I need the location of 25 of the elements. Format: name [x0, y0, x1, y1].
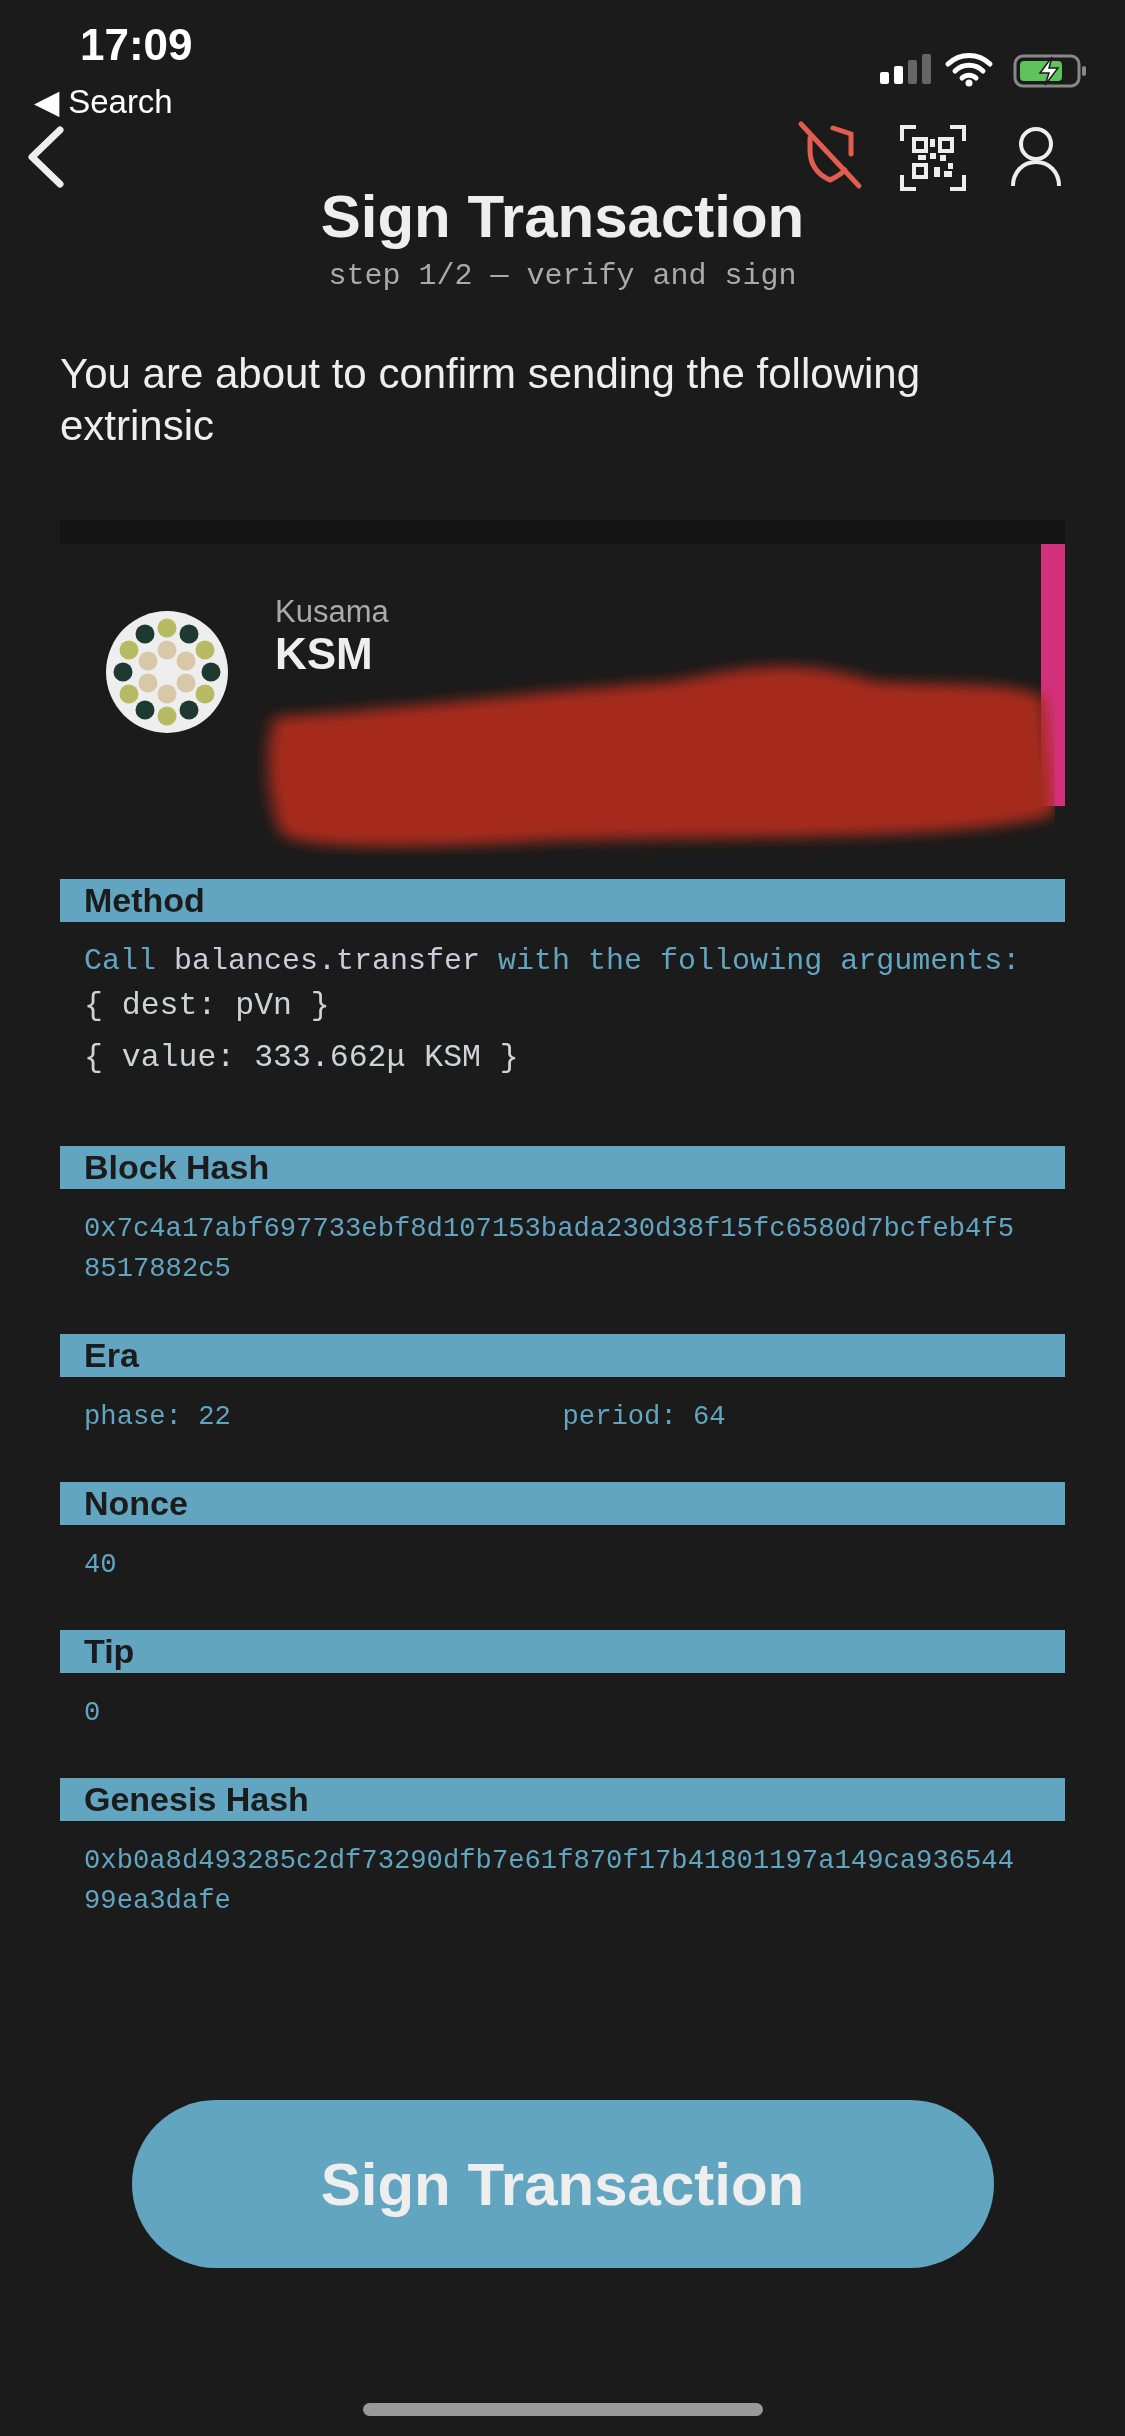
page-subtitle: step 1/2 — verify and sign: [328, 259, 797, 293]
section-header: Nonce: [60, 1482, 1065, 1525]
section-header: Genesis Hash: [60, 1778, 1065, 1821]
field-value: period: 64: [562, 1400, 727, 1434]
field-value: 0: [84, 1696, 102, 1730]
token-unit: KSM: [275, 630, 374, 679]
section-header: Tip: [60, 1630, 1065, 1673]
field-value: phase: 22: [84, 1400, 232, 1434]
field-value: 0xb0a8d493285c2df73290dfb7e61f870f17b41801197a149ca93654499ea3dafe: [84, 1844, 1015, 1918]
field-value: 40: [84, 1548, 118, 1582]
status-time: 17:09: [80, 20, 193, 70]
user-icon[interactable]: [1010, 126, 1062, 188]
network-name: Kusama: [275, 594, 389, 630]
identicon-icon: [106, 611, 228, 733]
qr-code-icon[interactable]: [900, 125, 966, 191]
method-call-text: Call balances.transfer with the following arguments:: [84, 943, 1021, 980]
back-to-search-link[interactable]: ◀ Search: [34, 82, 173, 121]
section-header: Block Hash: [60, 1146, 1065, 1189]
section-header: Method: [60, 879, 1065, 922]
section-header: Era: [60, 1334, 1065, 1377]
argument-text: { value: 333.662μ KSM }: [84, 1039, 520, 1077]
intro-text: You are about to confirm sending the following extrinsic: [60, 349, 921, 451]
field-value: 0x7c4a17abf697733ebf8d107153bada230d38f15fc6580d7bcfeb4f58517882c5: [84, 1212, 1015, 1286]
page-title: Sign Transaction: [320, 182, 805, 251]
argument-text: { dest: pVn }: [84, 987, 331, 1025]
